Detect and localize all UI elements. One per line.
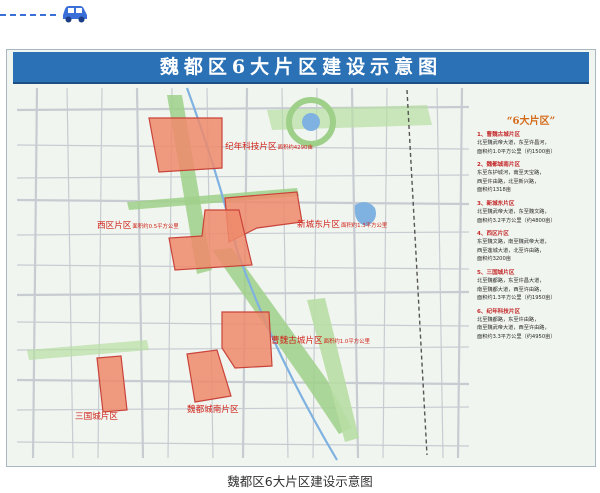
road	[16, 174, 470, 179]
road	[66, 87, 74, 459]
legend-item: 1、曹魏古城片区北至魏武帝大道，东至许昌河， 面积约1.0平方公里（约1500亩）	[477, 131, 585, 156]
legend-item-line: 西至莲城大道，北至许由路，	[477, 247, 545, 254]
district-west	[168, 209, 253, 271]
legend-item-line: 南至魏武帝大道，西至许由路，	[477, 325, 550, 332]
legend-item-line: 北至魏武帝大道，东至魏文路，	[477, 208, 550, 215]
label-weidu-south: 魏都城南片区	[187, 405, 239, 415]
legend-item-line: 面积约3.2平方公里（约4800亩）	[477, 217, 556, 224]
district-area: 面积约0.5平方公里	[132, 224, 179, 230]
legend-item-name: 6、纪年科技片区	[477, 308, 521, 315]
label-caowei-old-city: 曹魏古城片区面积约1.0平方公里	[271, 336, 370, 347]
legend-item-line: 北至魏都路，东至许由路，	[477, 316, 540, 323]
car-icon	[63, 6, 87, 23]
figure-caption: 魏都区6大片区建设示意图	[227, 474, 373, 489]
legend-item-line: 面积约3200亩	[477, 256, 511, 263]
top-decoration-bar	[0, 0, 600, 30]
road	[436, 87, 444, 459]
legend-item: 5、三国城片区 北至魏都路，东至许昌大道， 南至魏都大道，西至许由路， 面积约1.3平…	[477, 269, 585, 303]
district-name: 曹魏古城片区	[271, 336, 323, 346]
label-jinian-tech: 纪年科技片区面积约4290亩	[225, 142, 313, 153]
dashed-divider	[0, 14, 56, 16]
legend-item-line: 北至魏武帝大道，东至许昌河，	[477, 140, 550, 146]
road	[456, 87, 464, 459]
district-map: 魏都区6大片区建设示意图 纪年科技片区面积约4290亩 西区片区面积约0.5平方…	[6, 49, 596, 467]
legend-item: 6、纪年科技片区 北至魏都路，东至许由路， 南至魏武帝大道，西至许由路， 面积约3.3…	[477, 308, 585, 342]
district-area: 面积约4290亩	[277, 145, 313, 151]
map-title-banner: 魏都区6大片区建设示意图	[13, 52, 589, 84]
district-name: 新城东片区	[297, 220, 340, 230]
district-area: 面积约1.0平方公里	[323, 339, 370, 345]
legend-item-line: 面积约3.3平方公里（约4950亩）	[477, 333, 556, 340]
district-name: 纪年科技片区	[225, 142, 277, 152]
label-xincheng-east: 新城东片区面积约1.3平方公里	[297, 220, 387, 231]
legend-item-line: 面积约1.0平方公里（约1500亩）	[477, 148, 556, 155]
legend-item-name: 5、三国城片区	[477, 269, 515, 276]
green-belt-west	[27, 340, 149, 360]
legend-list: 1、曹魏古城片区北至魏武帝大道，东至许昌河， 面积约1.0平方公里（约1500亩）…	[477, 131, 585, 342]
legend-item-line: 北至魏都路，东至许昌大道，	[477, 277, 545, 284]
road	[350, 87, 360, 459]
legend-item-line: 面积约1318亩	[477, 187, 511, 194]
district-weidu-south	[186, 349, 232, 403]
district-name: 魏都城南片区	[187, 405, 239, 415]
district-area: 面积约1.3平方公里	[340, 223, 388, 229]
legend-item: 2、魏都城南片区 东至东护城河，南至天宝路， 西至许由路，北至新兴路， 面积约1318…	[477, 161, 585, 195]
district-name: 三国城片区	[75, 412, 118, 422]
legend-item-name: 4、西区片区	[477, 231, 509, 238]
legend-item-line: 东至魏文路，南至魏武帝大道，	[477, 239, 550, 246]
road	[31, 87, 39, 459]
legend-item-name: 2、魏都城南片区	[477, 162, 521, 169]
map-legend: “6大片区” 1、曹魏古城片区北至魏武帝大道，东至许昌河， 面积约1.0平方公里（…	[477, 112, 585, 438]
label-west: 西区片区面积约0.5平方公里	[97, 221, 179, 232]
legend-item-line: 西至许由路，北至新兴路，	[477, 178, 540, 185]
district-jinian-tech	[148, 117, 223, 173]
railway	[406, 89, 428, 456]
legend-item-line: 南至魏都大道，西至许由路，	[477, 286, 545, 293]
legend-item-line: 面积约1.3平方公里（约1950亩）	[477, 295, 556, 302]
road	[135, 87, 145, 459]
road	[382, 87, 388, 459]
legend-item: 3、新城东片区 北至魏武帝大道，东至魏文路， 面积约3.2平方公里（约4800亩）	[477, 200, 585, 225]
legend-title: “6大片区”	[506, 116, 556, 127]
fountain-pond	[302, 113, 320, 131]
legend-item: 4、西区片区 东至魏文路，南至魏武帝大道， 西至莲城大道，北至许由路， 面积约3200…	[477, 230, 585, 264]
district-sanguo-city	[96, 355, 128, 413]
district-name: 西区片区	[97, 221, 132, 231]
label-sanguo-city: 三国城片区	[75, 412, 118, 422]
legend-item-line: 东至东护城河，南至天宝路，	[477, 170, 545, 177]
legend-item-name: 1、曹魏古城片区	[477, 132, 521, 138]
legend-item-name: 3、新城东片区	[477, 200, 515, 207]
district-caowei-old-city	[221, 311, 273, 369]
